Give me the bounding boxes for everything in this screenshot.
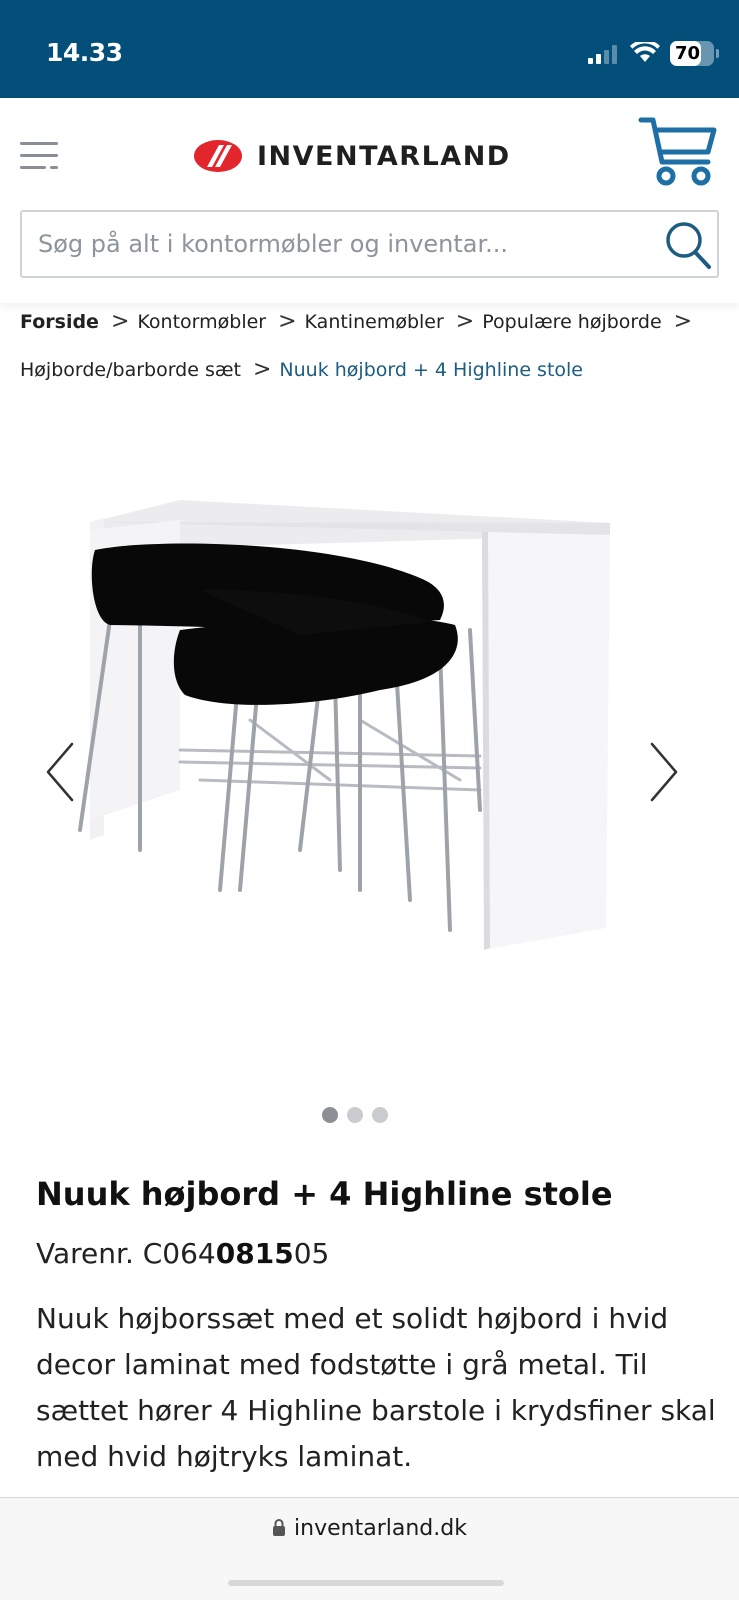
product-photo[interactable] [0, 450, 739, 1050]
search-bar [20, 210, 719, 278]
sku-label: Varenr. [36, 1237, 143, 1270]
product-title: Nuuk højbord + 4 Highline stole [36, 1175, 613, 1213]
breadcrumb-separator-icon: > [278, 309, 297, 334]
breadcrumb-forside[interactable]: Forside [20, 311, 99, 333]
logo-text: INVENTARLAND [257, 140, 511, 172]
status-bar: 14.33 70 [0, 0, 739, 98]
gallery-pagination [322, 1107, 388, 1123]
breadcrumb-populaere-hojborde[interactable]: Populære højborde [482, 311, 661, 333]
gallery-dot[interactable] [347, 1107, 363, 1123]
lock-icon [273, 1519, 286, 1536]
home-indicator [228, 1580, 504, 1586]
wifi-icon [630, 42, 660, 62]
url-text: inventarland.dk [294, 1516, 467, 1541]
product-sku: Varenr. C064081505 [36, 1237, 329, 1270]
breadcrumb-separator-icon: > [110, 309, 130, 334]
breadcrumb-separator-icon: > [673, 309, 693, 334]
gallery-dot[interactable] [372, 1107, 388, 1123]
cellular-signal-icon [588, 44, 622, 64]
search-input[interactable] [38, 212, 638, 276]
gallery-dot[interactable] [322, 1107, 338, 1123]
battery-cap [716, 49, 719, 58]
battery-icon: 70 [670, 41, 714, 66]
hamburger-menu-icon[interactable] [20, 140, 60, 170]
breadcrumb-separator-icon: > [252, 357, 272, 382]
battery-percent: 70 [675, 43, 701, 64]
chevron-left-icon[interactable] [42, 740, 78, 804]
chevron-right-icon[interactable] [646, 740, 682, 804]
site-header: INVENTARLAND [0, 98, 739, 303]
status-time: 14.33 [46, 38, 123, 67]
sku-suffix: 05 [293, 1237, 330, 1270]
breadcrumb-hojborde-barborde-saet[interactable]: Højborde/barborde sæt [20, 359, 241, 381]
breadcrumb-kontormobler[interactable]: Kontormøbler [137, 311, 266, 333]
url-display[interactable]: inventarland.dk [0, 1516, 739, 1541]
sku-prefix: C064 [142, 1237, 216, 1270]
sku-bold: 0815 [215, 1237, 294, 1270]
shopping-cart-icon[interactable] [638, 116, 718, 188]
breadcrumb-current: Nuuk højbord + 4 Highline stole [279, 359, 583, 381]
breadcrumb: Forside > Kontormøbler > Kantinemøbler > Popul… [20, 298, 725, 394]
breadcrumb-separator-icon: > [455, 309, 475, 334]
logo-mark-icon [194, 140, 242, 172]
product-description: Nuuk højborssæt med et solidt højbord i … [36, 1302, 716, 1473]
search-icon[interactable] [664, 220, 712, 270]
site-logo[interactable]: INVENTARLAND [193, 136, 511, 176]
breadcrumb-kantinemobler[interactable]: Kantinemøbler [305, 311, 444, 333]
